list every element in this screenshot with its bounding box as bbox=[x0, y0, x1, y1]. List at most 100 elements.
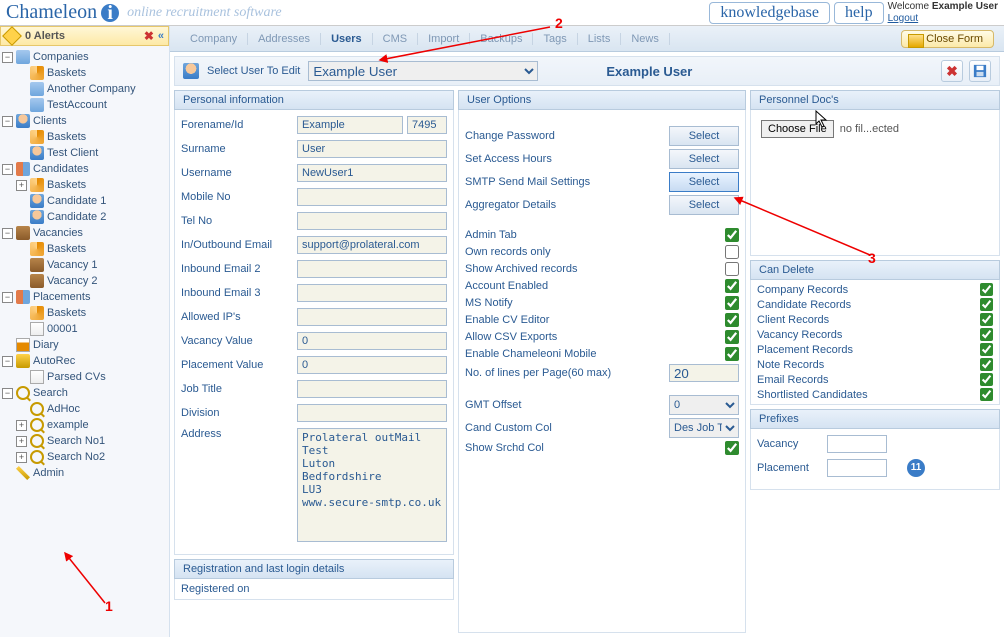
basket-icon bbox=[30, 130, 44, 144]
tab-users[interactable]: Users bbox=[321, 33, 373, 45]
tree-vacancy2[interactable]: Vacancy 2 bbox=[2, 273, 167, 289]
close-form-button[interactable]: Close Form bbox=[901, 30, 994, 48]
id-input[interactable] bbox=[407, 116, 447, 134]
vacval-input[interactable] bbox=[297, 332, 447, 350]
prefix-placement-input[interactable] bbox=[827, 459, 887, 477]
own-records-checkbox[interactable] bbox=[725, 245, 739, 259]
section-registration: Registration and last login details bbox=[174, 559, 454, 579]
custom-col-select[interactable]: Des Job T bbox=[669, 418, 739, 438]
surname-input[interactable] bbox=[297, 140, 447, 158]
mobile-input[interactable] bbox=[297, 188, 447, 206]
del-note-checkbox[interactable] bbox=[980, 358, 993, 371]
briefcase-icon bbox=[16, 226, 30, 240]
account-enabled-checkbox[interactable] bbox=[725, 279, 739, 293]
admin-tab-checkbox[interactable] bbox=[725, 228, 739, 242]
ms-notify-checkbox[interactable] bbox=[725, 296, 739, 310]
email3-input[interactable] bbox=[297, 284, 447, 302]
tree-candidates[interactable]: −Candidates bbox=[2, 161, 167, 177]
del-shortlisted-checkbox[interactable] bbox=[980, 388, 993, 401]
tab-import[interactable]: Import bbox=[418, 33, 470, 45]
tree-search[interactable]: −Search bbox=[2, 385, 167, 401]
tree-test-client[interactable]: Test Client bbox=[2, 145, 167, 161]
section-prefixes: Prefixes bbox=[750, 409, 1000, 429]
search-icon bbox=[30, 434, 44, 448]
email2-input[interactable] bbox=[297, 260, 447, 278]
tree-vacancies[interactable]: −Vacancies bbox=[2, 225, 167, 241]
search-icon bbox=[30, 450, 44, 464]
gmt-select[interactable]: 0 bbox=[669, 395, 739, 415]
del-client-checkbox[interactable] bbox=[980, 313, 993, 326]
knowledgebase-button[interactable]: knowledgebase bbox=[709, 2, 830, 24]
del-email-checkbox[interactable] bbox=[980, 373, 993, 386]
placeval-input[interactable] bbox=[297, 356, 447, 374]
tree-candidate2[interactable]: Candidate 2 bbox=[2, 209, 167, 225]
tree-candidates-baskets[interactable]: +Baskets bbox=[2, 177, 167, 193]
tree-clients[interactable]: −Clients bbox=[2, 113, 167, 129]
tree-vacancies-baskets[interactable]: Baskets bbox=[2, 241, 167, 257]
aggregator-button[interactable]: Select bbox=[669, 195, 739, 215]
collapse-icon[interactable]: « bbox=[158, 30, 164, 42]
tree-adhoc[interactable]: AdHoc bbox=[2, 401, 167, 417]
tab-addresses[interactable]: Addresses bbox=[248, 33, 321, 45]
tree-vacancy1[interactable]: Vacancy 1 bbox=[2, 257, 167, 273]
change-password-button[interactable]: Select bbox=[669, 126, 739, 146]
tree-another-company[interactable]: Another Company bbox=[2, 81, 167, 97]
tree-companies-baskets[interactable]: Baskets bbox=[2, 65, 167, 81]
del-placement-checkbox[interactable] bbox=[980, 343, 993, 356]
tree-autorec[interactable]: −AutoRec bbox=[2, 353, 167, 369]
smtp-settings-button[interactable]: Select bbox=[669, 172, 739, 192]
briefcase-icon bbox=[30, 274, 44, 288]
tree-placements-baskets[interactable]: Baskets bbox=[2, 305, 167, 321]
tree-admin[interactable]: Admin bbox=[2, 465, 167, 481]
alerts-close-icon[interactable]: ✖ bbox=[144, 29, 154, 43]
tree-diary[interactable]: Diary bbox=[2, 337, 167, 353]
del-vacancy-checkbox[interactable] bbox=[980, 328, 993, 341]
tree-search2[interactable]: +Search No2 bbox=[2, 449, 167, 465]
enable-mobile-checkbox[interactable] bbox=[725, 347, 739, 361]
tree-companies[interactable]: −Companies bbox=[2, 49, 167, 65]
choose-file-button[interactable]: Choose File bbox=[761, 120, 834, 138]
tab-tags[interactable]: Tags bbox=[533, 33, 577, 45]
username-input[interactable] bbox=[297, 164, 447, 182]
show-srchd-checkbox[interactable] bbox=[725, 441, 739, 455]
forename-input[interactable] bbox=[297, 116, 403, 134]
tree-example[interactable]: +example bbox=[2, 417, 167, 433]
search-icon bbox=[30, 402, 44, 416]
tree-placements[interactable]: −Placements bbox=[2, 289, 167, 305]
document-icon bbox=[30, 322, 44, 336]
access-hours-button[interactable]: Select bbox=[669, 149, 739, 169]
tree-search1[interactable]: +Search No1 bbox=[2, 433, 167, 449]
enable-cv-checkbox[interactable] bbox=[725, 313, 739, 327]
tab-news[interactable]: News bbox=[621, 33, 670, 45]
user-select[interactable]: Example User bbox=[308, 61, 538, 81]
tab-cms[interactable]: CMS bbox=[373, 33, 418, 45]
lines-input[interactable] bbox=[669, 364, 739, 382]
help-button[interactable]: help bbox=[834, 2, 884, 24]
ips-input[interactable] bbox=[297, 308, 447, 326]
tab-backups[interactable]: Backups bbox=[470, 33, 533, 45]
division-input[interactable] bbox=[297, 404, 447, 422]
del-company-checkbox[interactable] bbox=[980, 283, 993, 296]
tree-00001[interactable]: 00001 bbox=[2, 321, 167, 337]
save-button[interactable] bbox=[969, 60, 991, 82]
sidebar: 0 Alerts ✖ « −Companies Baskets Another … bbox=[0, 26, 170, 637]
wrench-icon bbox=[16, 466, 30, 480]
tel-input[interactable] bbox=[297, 212, 447, 230]
logout-link[interactable]: Logout bbox=[888, 13, 919, 24]
show-archived-checkbox[interactable] bbox=[725, 262, 739, 276]
address-input[interactable] bbox=[297, 428, 447, 542]
email-input[interactable] bbox=[297, 236, 447, 254]
jobtitle-input[interactable] bbox=[297, 380, 447, 398]
delete-button[interactable]: ✖ bbox=[941, 60, 963, 82]
user-icon bbox=[16, 114, 30, 128]
tree-parsed-cvs[interactable]: Parsed CVs bbox=[2, 369, 167, 385]
tree-test-account[interactable]: TestAccount bbox=[2, 97, 167, 113]
briefcase-icon bbox=[30, 258, 44, 272]
tree-candidate1[interactable]: Candidate 1 bbox=[2, 193, 167, 209]
del-candidate-checkbox[interactable] bbox=[980, 298, 993, 311]
allow-csv-checkbox[interactable] bbox=[725, 330, 739, 344]
tab-lists[interactable]: Lists bbox=[578, 33, 622, 45]
prefix-vacancy-input[interactable] bbox=[827, 435, 887, 453]
tab-company[interactable]: Company bbox=[180, 33, 248, 45]
tree-clients-baskets[interactable]: Baskets bbox=[2, 129, 167, 145]
